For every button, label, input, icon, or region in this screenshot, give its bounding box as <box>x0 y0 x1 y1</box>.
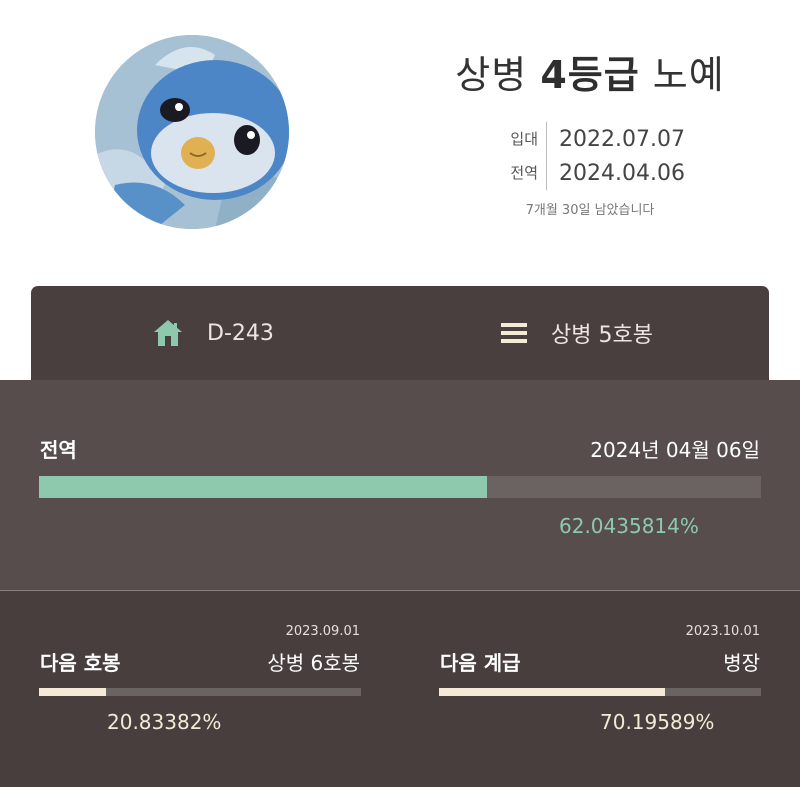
discharge-section-label: 전역 <box>40 438 77 462</box>
next-rank-progress-bar <box>439 688 761 696</box>
discharge-label: 전역 <box>490 156 547 190</box>
discharge-date-text: 2024년 04월 06일 <box>590 438 760 462</box>
rank-grade: 4등급 <box>540 53 640 97</box>
discharge-progress-fill <box>39 476 487 498</box>
discharge-panel: 전역 2024년 04월 06일 62.0435814% <box>0 380 800 591</box>
tab-bar: D-243 상병 5호봉 <box>31 286 769 380</box>
next-step-date: 2023.09.01 <box>285 624 360 639</box>
next-step-label: 다음 호봉 <box>40 651 121 675</box>
rank-tab-label: 상병 5호봉 <box>551 323 653 348</box>
tab-rank[interactable]: 상병 5호봉 <box>501 286 653 380</box>
next-step-progress-bar <box>39 688 361 696</box>
home-icon <box>153 319 183 347</box>
next-step-progress-fill <box>39 688 107 696</box>
menu-icon <box>501 322 527 344</box>
next-step-percent: 20.83382% <box>107 710 222 734</box>
next-milestones-panel: 2023.09.01 다음 호봉 상병 6호봉 20.83382% 2023.1… <box>0 591 800 787</box>
next-rank-date: 2023.10.01 <box>685 624 760 639</box>
rank-suffix: 노예 <box>652 53 725 97</box>
service-dates: 입대 2022.07.07 전역 2024.04.06 <box>490 122 690 190</box>
dday-label: D-243 <box>207 320 274 346</box>
penguin-avatar-image <box>95 35 289 229</box>
discharge-progress-bar <box>39 476 761 498</box>
rank-prefix: 상병 <box>455 53 528 97</box>
discharge-row: 전역 2024.04.06 <box>490 156 690 190</box>
rank-title: 상병 4등급 노예 <box>440 44 740 99</box>
remaining-time-text: 7개월 30일 남았습니다 <box>525 203 655 218</box>
next-rank-target: 병장 <box>723 651 760 675</box>
next-step-target: 상병 6호봉 <box>267 651 360 675</box>
tab-dday[interactable]: D-243 <box>153 286 274 380</box>
enlist-label: 입대 <box>490 122 547 156</box>
next-rank-progress-fill <box>439 688 666 696</box>
discharge-date: 2024.04.06 <box>559 160 685 186</box>
enlist-row: 입대 2022.07.07 <box>490 122 690 156</box>
next-rank-percent: 70.19589% <box>600 710 715 734</box>
discharge-percent: 62.0435814% <box>559 514 699 538</box>
enlist-date: 2022.07.07 <box>559 126 685 152</box>
next-rank-label: 다음 계급 <box>440 651 521 675</box>
profile-avatar[interactable] <box>95 35 289 229</box>
